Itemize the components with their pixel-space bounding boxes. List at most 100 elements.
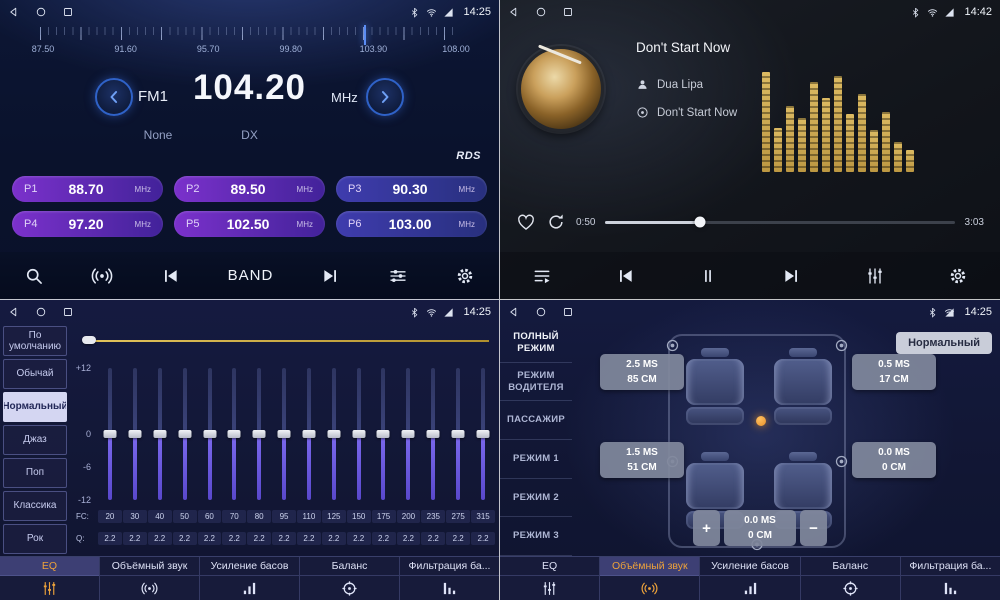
prev-track-icon[interactable] bbox=[615, 266, 635, 286]
eq-band-slider[interactable] bbox=[297, 368, 322, 500]
delay-rear-right[interactable]: 0.0 MS 0 CM bbox=[852, 442, 936, 478]
mode-2[interactable]: РЕЖИМ 2 bbox=[500, 479, 572, 518]
home-circle-icon[interactable] bbox=[35, 6, 47, 18]
pause-icon[interactable] bbox=[698, 266, 718, 286]
eq-band-slider[interactable] bbox=[421, 368, 446, 500]
eq-band-knob[interactable] bbox=[402, 430, 415, 438]
delay-rear-left[interactable]: 1.5 MS 51 CM bbox=[600, 442, 684, 478]
tune-icon[interactable] bbox=[388, 266, 408, 286]
delay-front-right[interactable]: 0.5 MS 17 CM bbox=[852, 354, 936, 390]
progress-knob[interactable] bbox=[694, 217, 705, 228]
home-circle-icon[interactable] bbox=[35, 306, 47, 318]
eq-band-knob[interactable] bbox=[253, 430, 266, 438]
eq-preset-jazz[interactable]: Джаз bbox=[3, 425, 67, 455]
recents-square-icon[interactable] bbox=[62, 306, 74, 318]
eq-band-slider[interactable] bbox=[321, 368, 346, 500]
tab-eq[interactable]: EQ bbox=[500, 557, 599, 600]
eq-preset-custom[interactable]: Обычай bbox=[3, 359, 67, 389]
eq-band-knob[interactable] bbox=[377, 430, 390, 438]
repeat-icon[interactable] bbox=[546, 212, 566, 232]
eq-preset-classic[interactable]: Классика bbox=[3, 491, 67, 521]
preamp-handle[interactable] bbox=[82, 336, 96, 344]
next-track-icon[interactable] bbox=[782, 266, 802, 286]
mode-passenger[interactable]: ПАССАЖИР bbox=[500, 401, 572, 440]
eq-band-slider[interactable] bbox=[172, 368, 197, 500]
broadcast-icon[interactable] bbox=[91, 265, 113, 287]
eq-band-knob[interactable] bbox=[104, 430, 117, 438]
mode-driver[interactable]: РЕЖИМ ВОДИТЕЛЯ bbox=[500, 363, 572, 402]
heart-icon[interactable] bbox=[516, 212, 536, 232]
recents-square-icon[interactable] bbox=[562, 306, 574, 318]
eq-band-knob[interactable] bbox=[327, 430, 340, 438]
eq-band-slider[interactable] bbox=[123, 368, 148, 500]
search-icon[interactable] bbox=[24, 266, 44, 286]
back-icon[interactable] bbox=[8, 6, 20, 18]
eq-preset-default[interactable]: По умолчанию bbox=[3, 326, 67, 356]
home-circle-icon[interactable] bbox=[535, 6, 547, 18]
eq-band-knob[interactable] bbox=[302, 430, 315, 438]
tab-surround[interactable]: Объёмный звук bbox=[599, 557, 699, 600]
tab-eq[interactable]: EQ bbox=[0, 557, 99, 600]
mode-3[interactable]: РЕЖИМ 3 bbox=[500, 517, 572, 556]
eq-band-slider[interactable] bbox=[197, 368, 222, 500]
tab-filter[interactable]: Фильтрация ба... bbox=[399, 557, 499, 600]
eq-band-knob[interactable] bbox=[228, 430, 241, 438]
back-icon[interactable] bbox=[508, 306, 520, 318]
eq-band-knob[interactable] bbox=[278, 430, 291, 438]
eq-preset-rock[interactable]: Рок bbox=[3, 524, 67, 554]
gear-icon[interactable] bbox=[948, 266, 968, 286]
preset-button-p3[interactable]: P3 90.30 MHz bbox=[336, 176, 487, 202]
frequency-scale[interactable]: 87.50 91.60 95.70 99.80 103.90 108.00 bbox=[10, 27, 489, 61]
eq-band-slider[interactable] bbox=[445, 368, 470, 500]
faders-icon[interactable] bbox=[865, 266, 885, 286]
eq-band-slider[interactable] bbox=[346, 368, 371, 500]
delay-front-left[interactable]: 2.5 MS 85 CM bbox=[600, 354, 684, 390]
preset-button-p5[interactable]: P5 102.50 MHz bbox=[174, 211, 325, 237]
eq-band-slider[interactable] bbox=[470, 368, 495, 500]
eq-band-knob[interactable] bbox=[203, 430, 216, 438]
eq-band-knob[interactable] bbox=[352, 430, 365, 438]
eq-band-slider[interactable] bbox=[98, 368, 123, 500]
preset-button-p2[interactable]: P2 89.50 MHz bbox=[174, 176, 325, 202]
prev-track-icon[interactable] bbox=[160, 266, 180, 286]
tab-balance[interactable]: Баланс bbox=[299, 557, 399, 600]
tab-bass-boost[interactable]: Усиление басов bbox=[699, 557, 799, 600]
eq-band-slider[interactable] bbox=[222, 368, 247, 500]
recents-square-icon[interactable] bbox=[562, 6, 574, 18]
home-circle-icon[interactable] bbox=[535, 306, 547, 318]
eq-band-knob[interactable] bbox=[154, 430, 167, 438]
tab-balance[interactable]: Баланс bbox=[800, 557, 900, 600]
recents-square-icon[interactable] bbox=[62, 6, 74, 18]
preset-button-p4[interactable]: P4 97.20 MHz bbox=[12, 211, 163, 237]
mode-full[interactable]: ПОЛНЫЙ РЕЖИМ bbox=[500, 324, 572, 363]
eq-band-knob[interactable] bbox=[426, 430, 439, 438]
listener-position-dot[interactable] bbox=[756, 416, 766, 426]
band-button[interactable]: BAND bbox=[228, 267, 274, 284]
eq-preset-pop[interactable]: Поп bbox=[3, 458, 67, 488]
increase-delay-button[interactable]: + bbox=[693, 510, 720, 546]
preset-button-p6[interactable]: P6 103.00 MHz bbox=[336, 211, 487, 237]
tab-bass-boost[interactable]: Усиление басов bbox=[199, 557, 299, 600]
eq-preset-normal[interactable]: Нормальный bbox=[3, 392, 67, 422]
eq-band-knob[interactable] bbox=[476, 430, 489, 438]
mode-1[interactable]: РЕЖИМ 1 bbox=[500, 440, 572, 479]
back-icon[interactable] bbox=[508, 6, 520, 18]
eq-band-slider[interactable] bbox=[371, 368, 396, 500]
sound-preset-button[interactable]: Нормальный bbox=[896, 332, 992, 354]
seek-up-button[interactable] bbox=[366, 78, 404, 116]
back-icon[interactable] bbox=[8, 306, 20, 318]
next-track-icon[interactable] bbox=[321, 266, 341, 286]
tab-filter[interactable]: Фильтрация ба... bbox=[900, 557, 1000, 600]
eq-band-slider[interactable] bbox=[396, 368, 421, 500]
eq-band-knob[interactable] bbox=[451, 430, 464, 438]
gear-icon[interactable] bbox=[455, 266, 475, 286]
eq-band-slider[interactable] bbox=[247, 368, 272, 500]
preamp-slider[interactable] bbox=[86, 340, 489, 342]
progress-bar[interactable] bbox=[605, 221, 954, 224]
eq-band-slider[interactable] bbox=[272, 368, 297, 500]
tab-surround[interactable]: Объёмный звук bbox=[99, 557, 199, 600]
decrease-delay-button[interactable]: − bbox=[800, 510, 827, 546]
preset-button-p1[interactable]: P1 88.70 MHz bbox=[12, 176, 163, 202]
eq-band-slider[interactable] bbox=[148, 368, 173, 500]
playlist-icon[interactable] bbox=[532, 266, 552, 286]
